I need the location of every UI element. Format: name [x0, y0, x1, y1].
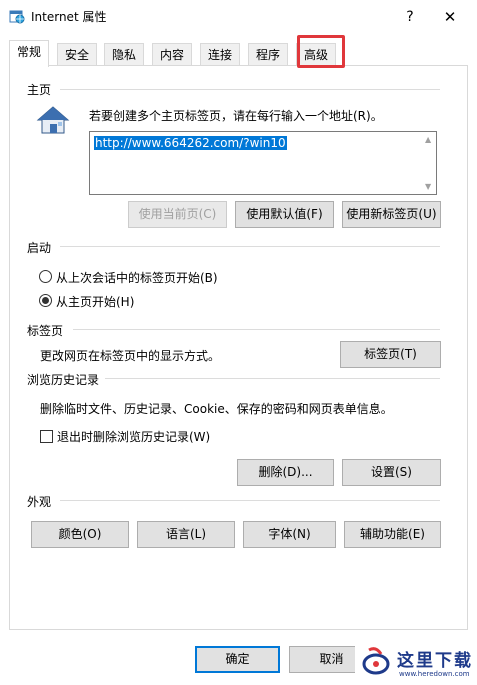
languages-button[interactable]: 语言(L) [137, 521, 235, 548]
fonts-button[interactable]: 字体(N) [243, 521, 336, 548]
tabs-settings-button[interactable]: 标签页(T) [340, 341, 441, 368]
tab-connections[interactable]: 连接 [200, 43, 241, 66]
start-from-last-session-label[interactable]: 从上次会话中的标签页开始(B) [56, 269, 218, 286]
title-bar: Internet 属性 ? ✕ [0, 0, 477, 33]
watermark-logo-icon [362, 647, 390, 675]
scroll-up-icon[interactable]: ▲ [425, 135, 431, 144]
watermark: 这里下载 www.heredown.com [355, 640, 477, 685]
watermark-text: 这里下载 [397, 651, 473, 671]
help-button[interactable]: ? [396, 6, 424, 28]
internet-options-icon [9, 10, 25, 24]
homepage-url-textarea[interactable]: http://www.664262.com/?win10 ▲ ▼ [89, 131, 437, 195]
tabs-hint: 更改网页在标签页中的显示方式。 [40, 349, 221, 363]
appearance-divider [60, 500, 440, 501]
start-from-last-session-radio[interactable] [39, 270, 52, 283]
tab-strip: 常规 安全 隐私 内容 连接 程序 高级 [0, 40, 477, 67]
tab-programs[interactable]: 程序 [248, 43, 289, 66]
delete-on-exit-label[interactable]: 退出时删除浏览历史记录(W) [57, 428, 210, 445]
tab-advanced[interactable]: 高级 [296, 43, 337, 66]
homepage-divider [60, 89, 440, 90]
tab-general[interactable]: 常规 [9, 40, 50, 67]
close-button[interactable]: ✕ [430, 6, 470, 28]
colors-button[interactable]: 颜色(O) [31, 521, 129, 548]
tab-security[interactable]: 安全 [57, 43, 98, 66]
history-settings-button[interactable]: 设置(S) [342, 459, 441, 486]
history-divider [100, 378, 440, 379]
history-group-title: 浏览历史记录 [27, 371, 106, 388]
homepage-hint: 若要创建多个主页标签页，请在每行输入一个地址(R)。 [89, 109, 383, 123]
delete-history-button[interactable]: 删除(D)... [237, 459, 334, 486]
watermark-subtext: www.heredown.com [399, 670, 470, 678]
tabs-section-divider [73, 329, 440, 330]
use-new-tab-button[interactable]: 使用新标签页(U) [342, 201, 441, 228]
url-scrollbar[interactable]: ▲ ▼ [422, 132, 436, 194]
startup-divider [60, 246, 440, 247]
window-title: Internet 属性 [31, 10, 107, 24]
start-from-homepage-label[interactable]: 从主页开始(H) [56, 293, 134, 310]
tabs-group-title: 标签页 [27, 322, 70, 339]
history-hint: 删除临时文件、历史记录、Cookie、保存的密码和网页表单信息。 [40, 402, 393, 416]
appearance-group-title: 外观 [27, 493, 58, 510]
ok-button[interactable]: 确定 [195, 646, 280, 673]
start-from-homepage-radio[interactable] [39, 294, 52, 307]
startup-group-title: 启动 [27, 239, 58, 256]
accessibility-button[interactable]: 辅助功能(E) [344, 521, 441, 548]
scroll-down-icon[interactable]: ▼ [425, 182, 431, 191]
tab-privacy[interactable]: 隐私 [104, 43, 145, 66]
delete-on-exit-checkbox[interactable] [40, 430, 53, 443]
home-icon [36, 106, 70, 134]
tab-content[interactable]: 内容 [152, 43, 193, 66]
use-default-button[interactable]: 使用默认值(F) [235, 201, 334, 228]
homepage-url-text: http://www.664262.com/?win10 [94, 136, 287, 150]
homepage-group-title: 主页 [27, 81, 58, 98]
use-current-page-button[interactable]: 使用当前页(C) [128, 201, 227, 228]
